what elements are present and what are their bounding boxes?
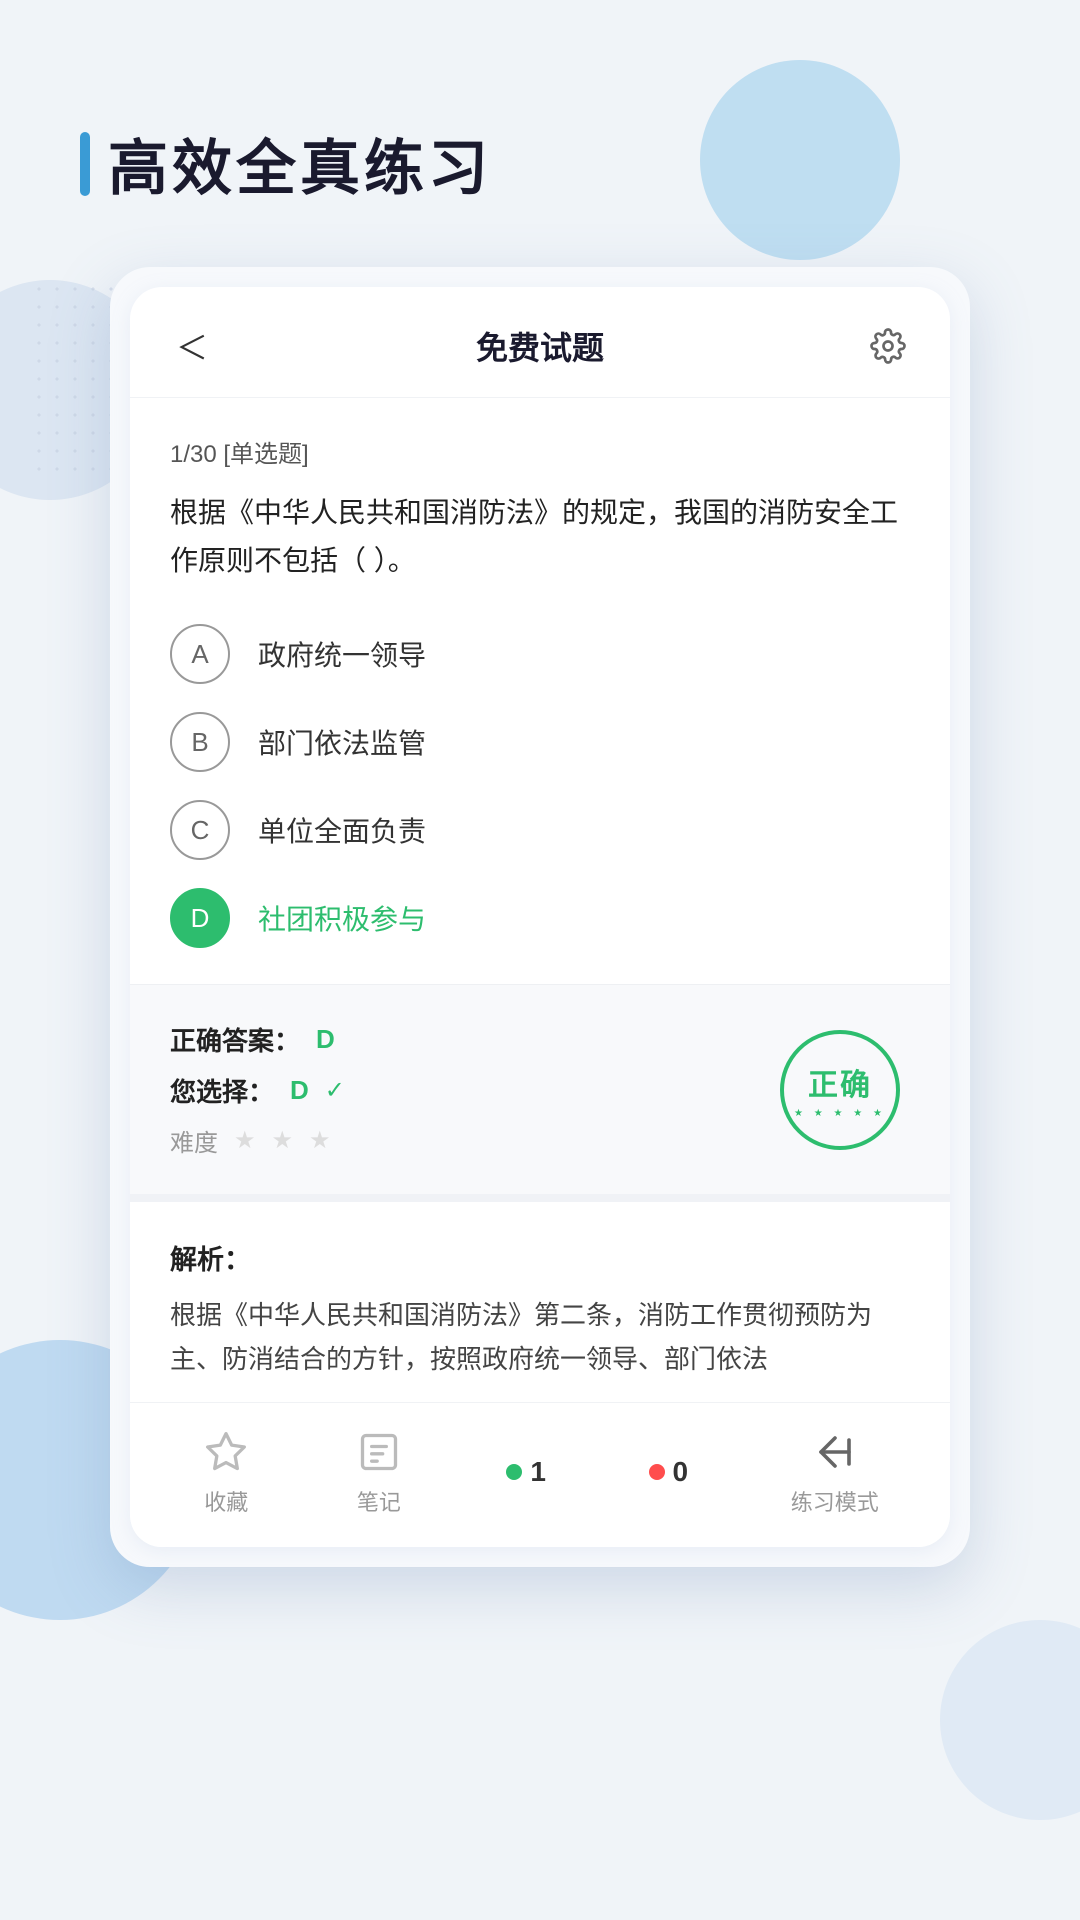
analysis-text: 根据《中华人民共和国消防法》第二条，消防工作贯彻预防为主、防消结合的方针，按照政…	[170, 1293, 910, 1381]
title-bar: 高效全真练习	[80, 120, 1000, 207]
wrong-dot	[649, 1464, 665, 1480]
bg-decoration-4	[940, 1620, 1080, 1820]
notes-label: 笔记	[357, 1485, 401, 1517]
option-b-circle: B	[170, 712, 230, 772]
favorite-button[interactable]: 收藏	[201, 1427, 251, 1517]
checkmark-icon: ✓	[325, 1076, 345, 1105]
settings-button[interactable]	[866, 324, 910, 368]
option-a[interactable]: A 政府统一领导	[170, 624, 910, 684]
option-c-circle: C	[170, 800, 230, 860]
correct-value: D	[316, 1024, 335, 1055]
option-d-circle: D	[170, 888, 230, 948]
analysis-section: 解析： 根据《中华人民共和国消防法》第二条，消防工作贯彻预防为主、防消结合的方针…	[130, 1194, 950, 1401]
wrong-count: 0	[673, 1456, 689, 1488]
card-header: ＜ 免费试题	[130, 287, 950, 398]
page-header: 高效全真练习	[0, 0, 1080, 267]
analysis-title: 解析：	[170, 1238, 910, 1277]
star-3: ★	[309, 1126, 331, 1155]
star-1: ★	[234, 1126, 256, 1155]
bottom-toolbar: 收藏 笔记 1 0	[130, 1402, 950, 1547]
favorite-label: 收藏	[204, 1485, 248, 1517]
mode-icon	[810, 1427, 860, 1477]
mode-button[interactable]: 练习模式	[791, 1427, 879, 1517]
favorite-icon	[201, 1427, 251, 1477]
correct-count-badge: 1	[506, 1456, 546, 1488]
correct-label: 正确答案：	[170, 1021, 300, 1058]
answer-section: 正确答案： D 您选择： D ✓ 难度 ★ ★ ★ 正确 ★ ★ ★ ★ ★	[130, 984, 950, 1194]
option-c-text: 单位全面负责	[258, 810, 426, 850]
question-text: 根据《中华人民共和国消防法》的规定，我国的消防安全工作原则不包括（ ）。	[170, 489, 910, 584]
question-area: 1/30 [单选题] 根据《中华人民共和国消防法》的规定，我国的消防安全工作原则…	[130, 398, 950, 984]
selected-label: 您选择：	[170, 1072, 274, 1109]
option-b-text: 部门依法监管	[258, 722, 426, 762]
page-title: 高效全真练习	[108, 120, 492, 207]
stamp-text: 正确	[808, 1060, 872, 1104]
correct-count: 1	[530, 1456, 546, 1488]
option-a-circle: A	[170, 624, 230, 684]
gear-icon	[870, 328, 906, 364]
difficulty-label: 难度	[170, 1123, 218, 1158]
inner-card: ＜ 免费试题 1/30 [单选题] 根据《中华人民共和国消防法》的规定，我国的消…	[130, 287, 950, 1547]
back-button[interactable]: ＜	[170, 324, 214, 368]
option-d-text: 社团积极参与	[258, 898, 426, 938]
title-accent	[80, 132, 90, 196]
correct-dot	[506, 1464, 522, 1480]
question-meta: 1/30 [单选题]	[170, 434, 910, 469]
option-a-text: 政府统一领导	[258, 634, 426, 674]
option-d[interactable]: D 社团积极参与	[170, 888, 910, 948]
phone-card: ＜ 免费试题 1/30 [单选题] 根据《中华人民共和国消防法》的规定，我国的消…	[110, 267, 970, 1567]
back-icon: ＜	[176, 323, 208, 369]
correct-stamp: 正确 ★ ★ ★ ★ ★	[780, 1030, 900, 1150]
wrong-count-badge: 0	[649, 1456, 689, 1488]
notes-button[interactable]: 笔记	[354, 1427, 404, 1517]
option-b[interactable]: B 部门依法监管	[170, 712, 910, 772]
notes-icon	[354, 1427, 404, 1477]
options-list: A 政府统一领导 B 部门依法监管 C 单位全面负责 D 社团积极参与	[170, 624, 910, 948]
stamp-dots: ★ ★ ★ ★ ★	[794, 1108, 886, 1119]
star-2: ★	[272, 1126, 294, 1155]
option-c[interactable]: C 单位全面负责	[170, 800, 910, 860]
selected-value: D	[290, 1075, 309, 1106]
mode-label: 练习模式	[791, 1485, 879, 1517]
card-title: 免费试题	[476, 323, 604, 369]
